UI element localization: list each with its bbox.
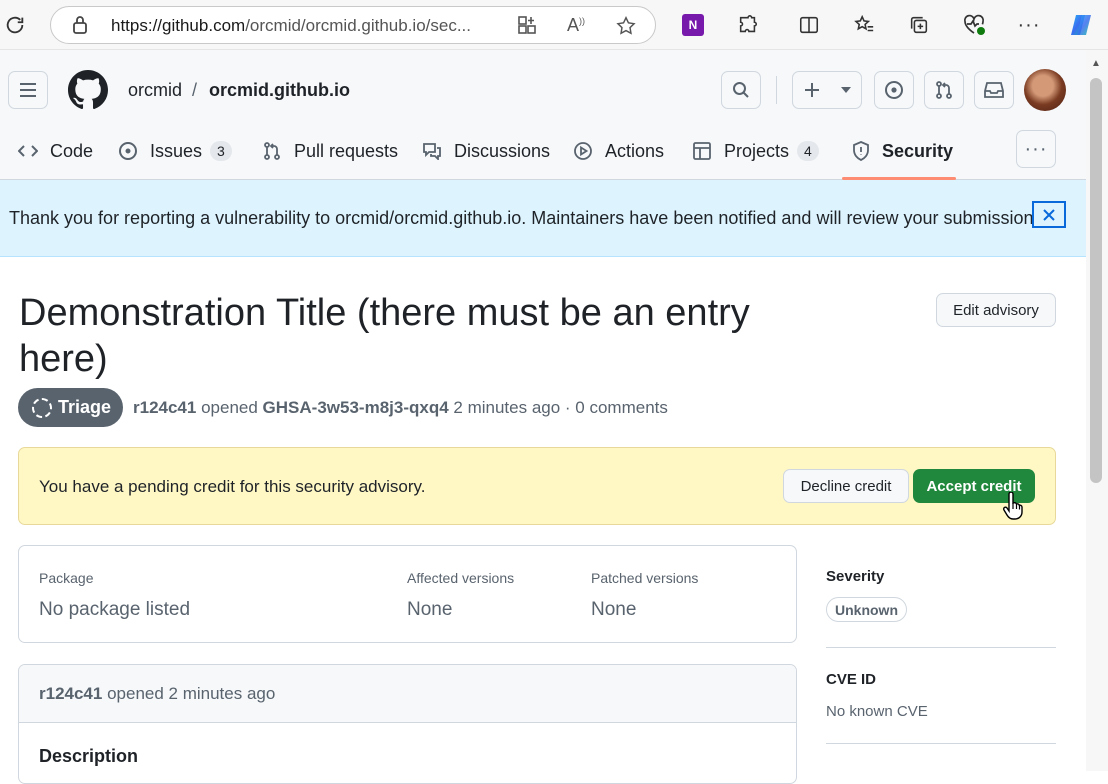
author-link[interactable]: r124c41	[133, 398, 196, 417]
package-box	[18, 545, 797, 643]
tab-projects[interactable]: Projects 4	[692, 134, 819, 168]
more-options-icon[interactable]: ···	[1014, 10, 1044, 40]
issues-button[interactable]	[874, 71, 914, 109]
split-screen-icon[interactable]	[794, 10, 824, 40]
state-label: Triage	[58, 397, 112, 417]
more-tabs-button[interactable]: ···	[1016, 130, 1056, 168]
description-heading: Description	[39, 746, 139, 766]
repo-name-link[interactable]: orcmid.github.io	[209, 80, 350, 101]
favorites-icon[interactable]	[849, 10, 879, 40]
state-badge: Triage	[18, 388, 123, 427]
sidebar-divider	[826, 743, 1056, 744]
edit-advisory-button[interactable]: Edit advisory	[936, 293, 1056, 327]
tab-pull-requests[interactable]: Pull requests	[262, 134, 398, 168]
package-value: No package listed	[39, 599, 191, 620]
header-divider	[776, 76, 777, 104]
tab-actions[interactable]: Actions	[573, 134, 664, 168]
tab-label: Pull requests	[294, 140, 399, 161]
affected-versions-label: Affected versions	[407, 570, 515, 586]
opened-text: opened	[201, 398, 258, 417]
pull-request-icon	[262, 141, 282, 161]
address-bar[interactable]: https://github.com/orcmid/orcmid.github.…	[50, 6, 656, 44]
menu-button[interactable]	[8, 71, 48, 109]
patched-versions-label: Patched versions	[591, 570, 699, 586]
patched-versions-value: None	[591, 599, 637, 620]
hand-pointer-icon	[1002, 491, 1024, 525]
advisory-title: Demonstration Title (there must be an en…	[19, 292, 750, 380]
tab-discussions[interactable]: Discussions	[422, 134, 550, 168]
inbox-icon	[984, 82, 1004, 98]
git-pull-request-icon	[936, 81, 952, 99]
package-label: Package	[39, 570, 94, 586]
ghsa-id: GHSA-3w53-m8j3-qxq4	[262, 398, 449, 417]
affected-versions-value: None	[407, 599, 453, 620]
scroll-up-icon[interactable]: ▲	[1091, 58, 1101, 69]
onenote-icon[interactable]: N	[678, 10, 708, 40]
tab-label: Actions	[605, 140, 665, 161]
tab-label: Discussions	[454, 140, 551, 161]
search-button[interactable]	[721, 71, 761, 109]
flash-close-button[interactable]	[1032, 201, 1066, 228]
comment-author-line: r124c41 opened 2 minutes ago	[39, 684, 275, 704]
advisory-meta: r124c41 opened GHSA-3w53-m8j3-qxq4 2 min…	[133, 398, 668, 418]
url-text: https://github.com/orcmid/orcmid.github.…	[111, 16, 471, 35]
lock-icon	[71, 15, 89, 40]
repo-separator: /	[192, 80, 198, 100]
tab-label: Security	[882, 140, 954, 161]
inbox-button[interactable]	[974, 71, 1014, 109]
create-new-button[interactable]	[792, 71, 862, 109]
code-icon	[18, 143, 38, 159]
credit-message: You have a pending credit for this secur…	[39, 477, 426, 496]
sidebar-divider	[826, 647, 1056, 648]
read-aloud-icon[interactable]: A))	[567, 15, 585, 36]
tab-label: Code	[50, 140, 94, 161]
severity-heading: Severity	[826, 568, 885, 585]
issue-icon	[118, 141, 138, 161]
triage-icon	[32, 397, 52, 418]
browser-essentials-icon[interactable]	[959, 10, 989, 40]
play-icon	[573, 141, 593, 161]
tab-security[interactable]: Security	[852, 134, 953, 168]
tab-code[interactable]: Code	[18, 134, 93, 168]
issues-counter: 3	[210, 141, 232, 161]
close-icon	[1043, 208, 1055, 221]
favorite-star-icon[interactable]	[615, 15, 637, 42]
kebab-horizontal-icon: ···	[1024, 137, 1048, 160]
search-icon	[733, 82, 749, 98]
copilot-icon[interactable]	[1066, 10, 1096, 40]
scrollbar-thumb[interactable]	[1090, 78, 1102, 483]
collections-icon[interactable]	[904, 10, 934, 40]
repo-owner-link[interactable]: orcmid	[128, 80, 182, 101]
cve-heading: CVE ID	[826, 671, 877, 688]
comment-timestamp: opened 2 minutes ago	[107, 684, 276, 703]
tab-issues[interactable]: Issues 3	[118, 134, 232, 168]
app-available-icon[interactable]	[517, 15, 537, 40]
comment-author-link[interactable]: r124c41	[39, 684, 102, 703]
plus-icon	[804, 83, 819, 97]
discussion-icon	[422, 142, 442, 160]
flash-message: Thank you for reporting a vulnerability …	[9, 208, 1039, 228]
hamburger-icon	[20, 83, 36, 97]
meta-tail: 2 minutes ago · 0 comments	[453, 398, 668, 417]
cve-value: No known CVE	[826, 703, 928, 720]
triangle-down-icon	[840, 87, 851, 93]
table-icon	[692, 141, 712, 161]
avatar[interactable]	[1024, 69, 1066, 111]
tab-label: Projects	[724, 140, 790, 161]
pull-requests-button[interactable]	[924, 71, 964, 109]
issue-opened-icon	[885, 81, 903, 99]
tab-label: Issues	[150, 140, 203, 161]
projects-counter: 4	[797, 141, 819, 161]
github-logo-icon[interactable]	[68, 70, 108, 115]
extensions-icon[interactable]	[733, 10, 763, 40]
shield-icon	[852, 141, 870, 161]
severity-label: Unknown	[826, 597, 907, 622]
decline-credit-button[interactable]: Decline credit	[783, 469, 909, 503]
refresh-icon[interactable]	[0, 10, 30, 40]
